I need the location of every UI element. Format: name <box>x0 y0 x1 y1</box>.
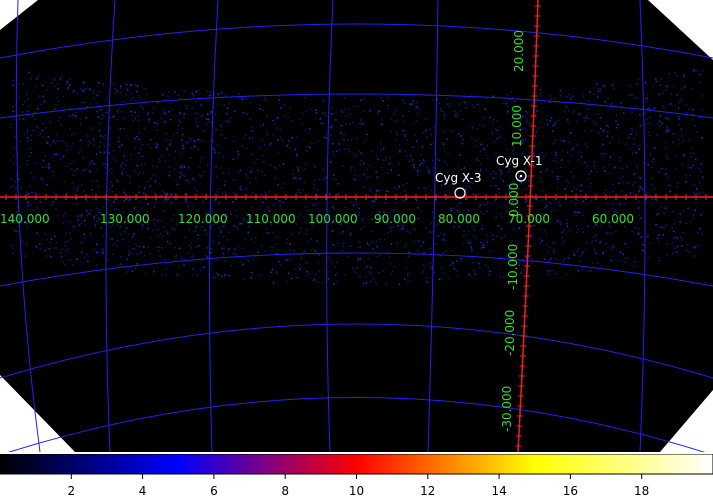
lon-label: 90.000 <box>374 212 416 226</box>
source-marker-dot <box>519 174 523 178</box>
sky-image[interactable]: 140.000 130.000 120.000 110.000 100.000 … <box>0 0 713 452</box>
lon-label: 140.000 <box>0 212 50 226</box>
colorbar-tick-label: 16 <box>563 484 578 498</box>
colorbar-ticks: 2 4 6 8 10 12 14 16 18 <box>67 474 649 498</box>
source-label: Cyg X-1 <box>496 154 543 168</box>
colorbar-tick-label: 12 <box>420 484 435 498</box>
lon-label: 110.000 <box>246 212 296 226</box>
colorbar-tick-label: 2 <box>67 484 75 498</box>
lon-label: 60.000 <box>592 212 634 226</box>
colorbar-tick-label: 14 <box>491 484 506 498</box>
lon-label: 130.000 <box>100 212 150 226</box>
colorbar-tick-label: 4 <box>139 484 147 498</box>
colorbar-tick-label: 18 <box>634 484 649 498</box>
lat-label: 0.000 <box>507 183 521 217</box>
lon-label: 120.000 <box>178 212 228 226</box>
source-label: Cyg X-3 <box>435 171 482 185</box>
lon-label: 80.000 <box>438 212 480 226</box>
lon-label: 100.000 <box>308 212 358 226</box>
colorbar-tick-label: 6 <box>210 484 218 498</box>
lat-label: 10.000 <box>510 105 524 147</box>
ds9-frame: 140.000 130.000 120.000 110.000 100.000 … <box>0 0 713 498</box>
colorbar-tick-label: 10 <box>349 484 364 498</box>
lat-label: -20.000 <box>503 310 517 356</box>
lat-label: -30.000 <box>500 386 514 432</box>
lat-label: -10.000 <box>506 244 520 290</box>
colorbar-tick-label: 8 <box>281 484 289 498</box>
colorbar[interactable]: 2 4 6 8 10 12 14 16 18 <box>0 454 713 498</box>
lat-label: 20.000 <box>512 30 526 72</box>
colorbar-gradient <box>0 454 713 475</box>
image-footprint <box>0 0 713 452</box>
